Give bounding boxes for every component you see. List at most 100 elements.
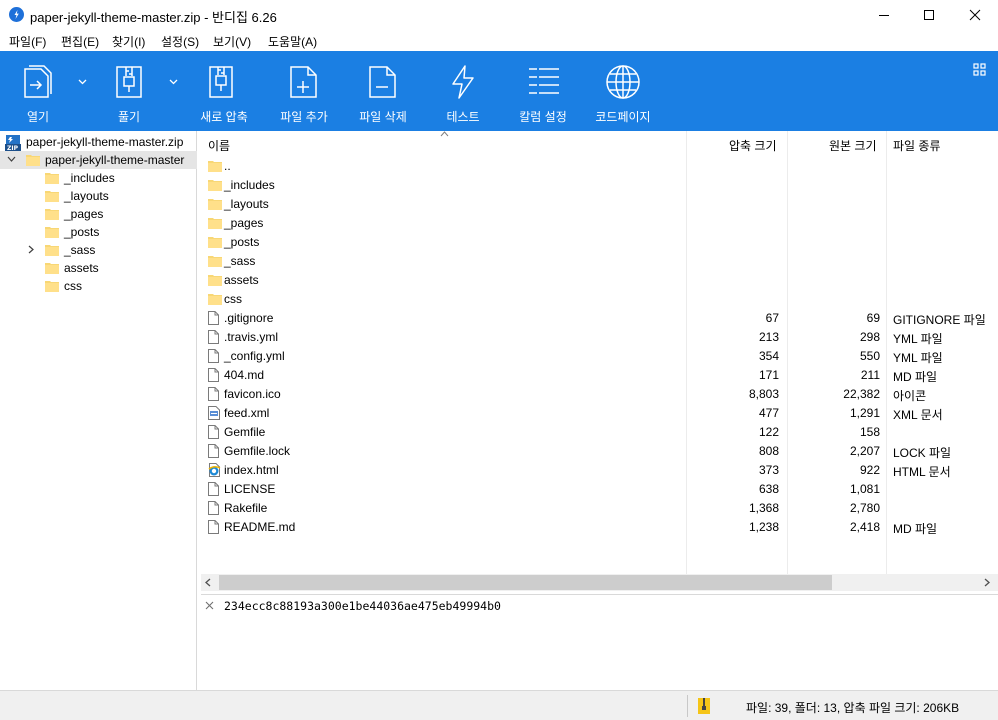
maximize-button[interactable] (906, 0, 952, 30)
file-name: 404.md (224, 368, 265, 382)
list-row[interactable]: assets (201, 270, 998, 289)
tree-item-posts[interactable]: _posts (0, 223, 197, 241)
codepage-button-label: 코드페이지 (595, 110, 651, 124)
tree-item-assets[interactable]: assets (0, 259, 197, 277)
tree-item-layouts[interactable]: _layouts (0, 187, 197, 205)
open-dropdown-icon[interactable] (78, 79, 87, 85)
menu-find[interactable]: 찾기(I) (112, 33, 145, 50)
column-header-compressed-size[interactable]: 압축 크기 (729, 137, 777, 154)
tree-folder-root[interactable]: paper-jekyll-theme-master (0, 151, 197, 169)
delete-file-button[interactable]: 파일 삭제 (353, 51, 413, 131)
file-icon (208, 330, 219, 347)
file-name: _pages (224, 216, 264, 230)
scroll-left-arrow-icon[interactable] (205, 578, 211, 587)
compressed-size: 8,803 (748, 387, 779, 401)
close-button[interactable] (952, 0, 998, 30)
menu-file[interactable]: 파일(F) (9, 33, 46, 50)
list-row[interactable]: css (201, 289, 998, 308)
column-settings-button[interactable]: 칼럼 설정 (513, 51, 573, 131)
list-row[interactable]: LICENSE 638 1,081 (201, 479, 998, 498)
folder-icon (45, 245, 59, 256)
list-row[interactable]: _posts (201, 232, 998, 251)
list-row[interactable]: favicon.ico 8,803 22,382 아이콘 (201, 384, 998, 403)
bandizip-app-icon (9, 7, 24, 22)
column-header-file-type[interactable]: 파일 종류 (893, 137, 941, 154)
chevron-down-icon[interactable] (7, 156, 16, 163)
original-size: 158 (859, 425, 880, 439)
tree-item-label: _layouts (64, 189, 109, 203)
tree-item-pages[interactable]: _pages (0, 205, 197, 223)
list-row[interactable]: Gemfile 122 158 (201, 422, 998, 441)
tree-item-css[interactable]: css (0, 277, 197, 295)
file-name: .travis.yml (224, 330, 278, 344)
list-row[interactable]: index.html 373 922 HTML 문서 (201, 460, 998, 479)
test-lightning-icon (452, 65, 474, 99)
original-size: 550 (859, 349, 880, 363)
tree-item-label: _includes (64, 171, 115, 185)
compressed-size: 171 (758, 368, 779, 382)
compressed-size: 122 (758, 425, 779, 439)
new-archive-button[interactable]: 새로 압축 (194, 51, 254, 131)
menu-settings[interactable]: 설정(S) (161, 33, 199, 50)
test-button[interactable]: 테스트 (433, 51, 493, 131)
tree-root-label: paper-jekyll-theme-master.zip (26, 135, 184, 149)
extract-dropdown-icon[interactable] (169, 79, 178, 85)
file-name: _posts (224, 235, 260, 249)
tree-item-label: _posts (64, 225, 100, 239)
folder-icon (45, 191, 59, 202)
file-name: assets (224, 273, 259, 287)
folder-icon (45, 227, 59, 238)
extract-button-label: 풀기 (117, 110, 141, 124)
delete-file-icon (369, 66, 396, 98)
tree-folder-label: paper-jekyll-theme-master (45, 153, 185, 167)
minimize-button[interactable] (861, 0, 907, 30)
list-row[interactable]: Gemfile.lock 808 2,207 LOCK 파일 (201, 441, 998, 460)
original-size: 1,081 (849, 482, 880, 496)
list-row[interactable]: _sass (201, 251, 998, 270)
horizontal-scrollbar[interactable] (201, 574, 998, 591)
compressed-size: 373 (758, 463, 779, 477)
list-row[interactable]: Rakefile 1,368 2,780 (201, 498, 998, 517)
list-row[interactable]: .. (201, 156, 998, 175)
tree-item-sass[interactable]: _sass (0, 241, 197, 259)
file-icon (208, 349, 219, 366)
layout-grid-icon[interactable] (973, 63, 986, 76)
tree-item-label: assets (64, 261, 99, 275)
folder-icon (208, 198, 222, 213)
add-file-button[interactable]: 파일 추가 (274, 51, 334, 131)
list-row[interactable]: .gitignore 67 69 GITIGNORE 파일 (201, 308, 998, 327)
scrollbar-thumb[interactable] (219, 575, 832, 590)
title-bar: paper-jekyll-theme-master.zip - 반디집 6.26 (0, 0, 998, 30)
file-name: _layouts (224, 197, 269, 211)
compressed-size: 638 (758, 482, 779, 496)
open-button[interactable]: 열기 (12, 51, 64, 131)
scroll-right-arrow-icon[interactable] (984, 578, 990, 587)
list-row[interactable]: feed.xml 477 1,291 XML 문서 (201, 403, 998, 422)
list-row[interactable]: README.md 1,238 2,418 MD 파일 (201, 517, 998, 536)
file-icon (208, 482, 219, 499)
close-comment-icon[interactable] (205, 601, 214, 610)
list-row[interactable]: _includes (201, 175, 998, 194)
file-icon (208, 425, 219, 442)
extract-button[interactable]: 풀기 (103, 51, 155, 131)
compressed-size: 808 (758, 444, 779, 458)
menu-edit[interactable]: 편집(E) (61, 33, 99, 50)
file-name: index.html (224, 463, 279, 477)
archive-comment-text: 234ecc8c88193a300e1be44036ae475eb49994b0 (224, 599, 501, 613)
menu-help[interactable]: 도움말(A) (268, 33, 317, 50)
list-row[interactable]: _layouts (201, 194, 998, 213)
tree-item-includes[interactable]: _includes (0, 169, 197, 187)
chevron-right-icon[interactable] (28, 245, 35, 254)
list-row[interactable]: _pages (201, 213, 998, 232)
file-icon (208, 387, 219, 404)
list-row[interactable]: 404.md 171 211 MD 파일 (201, 365, 998, 384)
codepage-button[interactable]: 코드페이지 (590, 51, 656, 131)
list-row[interactable]: .travis.yml 213 298 YML 파일 (201, 327, 998, 346)
list-row[interactable]: _config.yml 354 550 YML 파일 (201, 346, 998, 365)
column-header-name[interactable]: 이름 (208, 137, 230, 154)
menu-view[interactable]: 보기(V) (213, 33, 251, 50)
tree-root-archive[interactable]: ZIP paper-jekyll-theme-master.zip (0, 133, 197, 151)
original-size: 2,780 (849, 501, 880, 515)
column-header-original-size[interactable]: 원본 크기 (829, 137, 877, 154)
compressed-size: 1,368 (748, 501, 779, 515)
